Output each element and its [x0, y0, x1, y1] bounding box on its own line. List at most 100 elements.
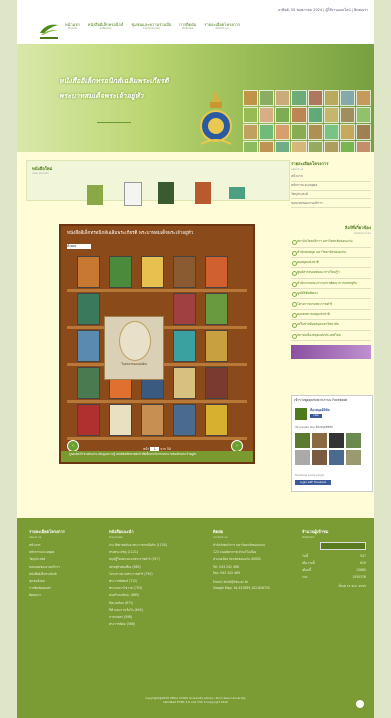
new-book-cover[interactable]: [87, 185, 103, 205]
book-cover[interactable]: [173, 256, 196, 288]
scroll-to-top-button[interactable]: [356, 700, 364, 708]
footer-link[interactable]: วัตถุประสงค์: [29, 556, 99, 563]
new-book-cover[interactable]: [229, 187, 245, 199]
partner-link[interactable]: หอสมุดแห่งชาติ: [291, 258, 371, 269]
partner-link[interactable]: สำนักงานคณะกรรมการพัฒนาการเศรษฐกิจ: [291, 279, 371, 289]
footer-link[interactable]: ชุมชนสังคม: [29, 578, 99, 585]
partner-link[interactable]: หอจดหมายเหตุแห่งชาติ: [291, 310, 371, 321]
partner-link[interactable]: ศูนย์สารสนเทศและการเรียนรู้ฯ: [291, 268, 371, 279]
partner-banner[interactable]: [291, 344, 371, 359]
book-cover[interactable]: [77, 367, 100, 399]
facebook-page-name[interactable]: ห้องสมุดดิจิทัล: [310, 408, 330, 413]
partner-link[interactable]: สมาคมห้องสมุดแห่งประเทศไทย: [291, 331, 371, 341]
book-cover[interactable]: [77, 293, 100, 325]
hero-banner: หนังสืออิเล็กทรอนิกส์เฉลิมพระเกียรติ พระ…: [17, 44, 374, 152]
book-cover[interactable]: [205, 293, 228, 325]
book-cover[interactable]: [77, 330, 100, 362]
book-cover[interactable]: [141, 256, 164, 288]
shelf-row: [67, 255, 247, 292]
book-cover[interactable]: [205, 404, 228, 436]
book-cover[interactable]: [205, 330, 228, 362]
partner-link[interactable]: สถาบันวิทยบริการ มหาวิทยาลัยขอนแก่น: [291, 237, 371, 248]
footer-link[interactable]: การพิมพ์เผยแพร่: [29, 585, 99, 592]
facebook-like-button[interactable]: Like: [310, 414, 322, 418]
fan-avatar[interactable]: [295, 450, 310, 465]
book-cover[interactable]: [109, 256, 132, 288]
footer-book-link[interactable]: ทฤษฎีใหม่ตามแนวพระราชดำริ (917): [109, 556, 201, 563]
portrait-caption: ในหลวงของแผ่นดิน: [121, 362, 147, 366]
fan-avatar[interactable]: [329, 433, 344, 448]
banner-ornament: [97, 110, 131, 123]
book-cover[interactable]: [173, 330, 196, 362]
bookshelf: หนังสืออิเล็กทรอนิกส์เฉลิมพระเกียรติ พระ…: [59, 224, 255, 464]
facebook-page-avatar[interactable]: [295, 408, 307, 420]
book-cover[interactable]: [77, 404, 100, 436]
about-link[interactable]: ขอบเขตของงานบริการ: [291, 199, 371, 209]
footer-link[interactable]: ติดต่อเรา: [29, 592, 99, 599]
facebook-login-button[interactable]: Login with Facebook: [295, 480, 331, 485]
facebook-heading: เข้าร่วมพูดคุยกับพวกเราบน Facebook: [294, 398, 348, 402]
footer-book-link[interactable]: พระบรมราโชวาท (703): [109, 585, 201, 592]
footer-statistics: จำนวนผู้เข้าชม statistics วันนี้ 547 เมื่…: [302, 529, 366, 588]
stat-row: วันนี้ 547: [302, 554, 366, 558]
facebook-fan-photos: [295, 433, 361, 465]
banner-line-2: พระบาทสมเด็จพระเจ้าอยู่หัว: [59, 91, 144, 100]
footer-link[interactable]: หน้าแรก: [29, 542, 99, 549]
nav-policies[interactable]: การติดต่อ Policies: [179, 22, 196, 31]
footer-book-link[interactable]: ประวัติศาสตร์และพระราชกรณียกิจ (1150): [109, 542, 201, 549]
book-cover[interactable]: [173, 404, 196, 436]
book-cover[interactable]: [205, 367, 228, 399]
stat-row: เดือนนี้ 12880: [302, 568, 366, 572]
new-book-cover[interactable]: [124, 182, 142, 206]
partner-link[interactable]: สำนักหอสมุด มหาวิทยาลัยขอนแก่น: [291, 248, 371, 258]
partner-link[interactable]: โครงการตามพระราชดำริ: [291, 299, 371, 310]
book-cover[interactable]: [77, 256, 100, 288]
footer-book-link[interactable]: พระราชนิพนธ์ (712): [109, 578, 201, 585]
new-book-cover[interactable]: [195, 182, 211, 204]
footer-contact: ติดต่อ contact us สำนักวิทยบริการ มหาวิท…: [213, 528, 291, 591]
footer-link[interactable]: หลักการและเหตุผล: [29, 549, 99, 556]
about-link[interactable]: หลักการและเหตุผล: [291, 182, 371, 191]
footer-map-link[interactable]: Google Map: 16.447889,102.826750: [213, 585, 291, 591]
footer-link[interactable]: ขอบเขตของงานบริการ: [29, 564, 99, 571]
book-cover[interactable]: [205, 256, 228, 288]
footer-top-books: หนังสือแนะนำ top books ประวัติศาสตร์และพ…: [109, 528, 201, 628]
facebook-widget: เข้าร่วมพูดคุยกับพวกเราบน Facebook ห้องส…: [291, 395, 373, 492]
fan-avatar[interactable]: [312, 433, 327, 448]
fan-avatar[interactable]: [346, 433, 361, 448]
book-cover[interactable]: [109, 404, 132, 436]
footer-book-link[interactable]: กีฬาและการเรือใบ (645): [109, 607, 201, 614]
footer-book-link[interactable]: ทรงพระเจริญ (1121): [109, 549, 201, 556]
footer-book-link[interactable]: ดนตรีและศิลปะ (685): [109, 592, 201, 599]
category-select[interactable]: ทั้งหมด: [67, 244, 91, 249]
new-books-panel: หนังสือใหม่ new ebooks: [26, 160, 290, 206]
fan-avatar[interactable]: [329, 450, 344, 465]
featured-book-portrait[interactable]: ในหลวงของแผ่นดิน: [104, 316, 164, 380]
footer-book-link[interactable]: พระราชนิยม (566): [109, 621, 201, 628]
fan-avatar[interactable]: [295, 433, 310, 448]
footer-link[interactable]: หนังสืออิเล็กทรอนิกส์: [29, 571, 99, 578]
footer-book-link[interactable]: การเกษตร (598): [109, 614, 201, 621]
nav-community[interactable]: ชุมชนและความร่วมมือ Community: [131, 22, 171, 31]
facebook-plugin-label: Facebook social plugin: [295, 474, 325, 477]
new-book-cover[interactable]: [158, 182, 174, 204]
main-content: หนังสือใหม่ new ebooks หนังสืออิเล็กทรอน…: [17, 152, 374, 518]
nav-home[interactable]: หน้าแรก Home: [65, 22, 80, 31]
nav-ebooks[interactable]: หนังสืออิเล็กทรอนิกส์ e-Books: [88, 22, 124, 31]
book-cover[interactable]: [173, 367, 196, 399]
site-logo[interactable]: [38, 19, 60, 41]
top-bar: อาทิตย์, 05 พฤษภาคม 2024 | ผู้ใช้งานออนไ…: [17, 0, 374, 16]
about-link[interactable]: หน้าแรก: [291, 173, 371, 182]
footer-book-link[interactable]: โครงการตามพระราชดำริ (750): [109, 571, 201, 578]
book-cover[interactable]: [173, 293, 196, 325]
fan-avatar[interactable]: [312, 450, 327, 465]
nav-about[interactable]: รายละเอียดโครงการ About us: [204, 22, 240, 31]
footer-book-link[interactable]: สิ่งแวดล้อม (671): [109, 600, 201, 607]
footer-book-link[interactable]: เศรษฐกิจพอเพียง (863): [109, 564, 201, 571]
footer: รายละเอียดโครงการ about us หน้าแรก หลักก…: [17, 518, 374, 718]
about-link[interactable]: วัตถุประสงค์: [291, 191, 371, 200]
partner-link[interactable]: เครือข่ายห้องสมุดมหาวิทยาลัย: [291, 320, 371, 331]
book-cover[interactable]: [141, 404, 164, 436]
fan-avatar[interactable]: [346, 450, 361, 465]
partner-link[interactable]: มูลนิธิชัยพัฒนา: [291, 289, 371, 300]
